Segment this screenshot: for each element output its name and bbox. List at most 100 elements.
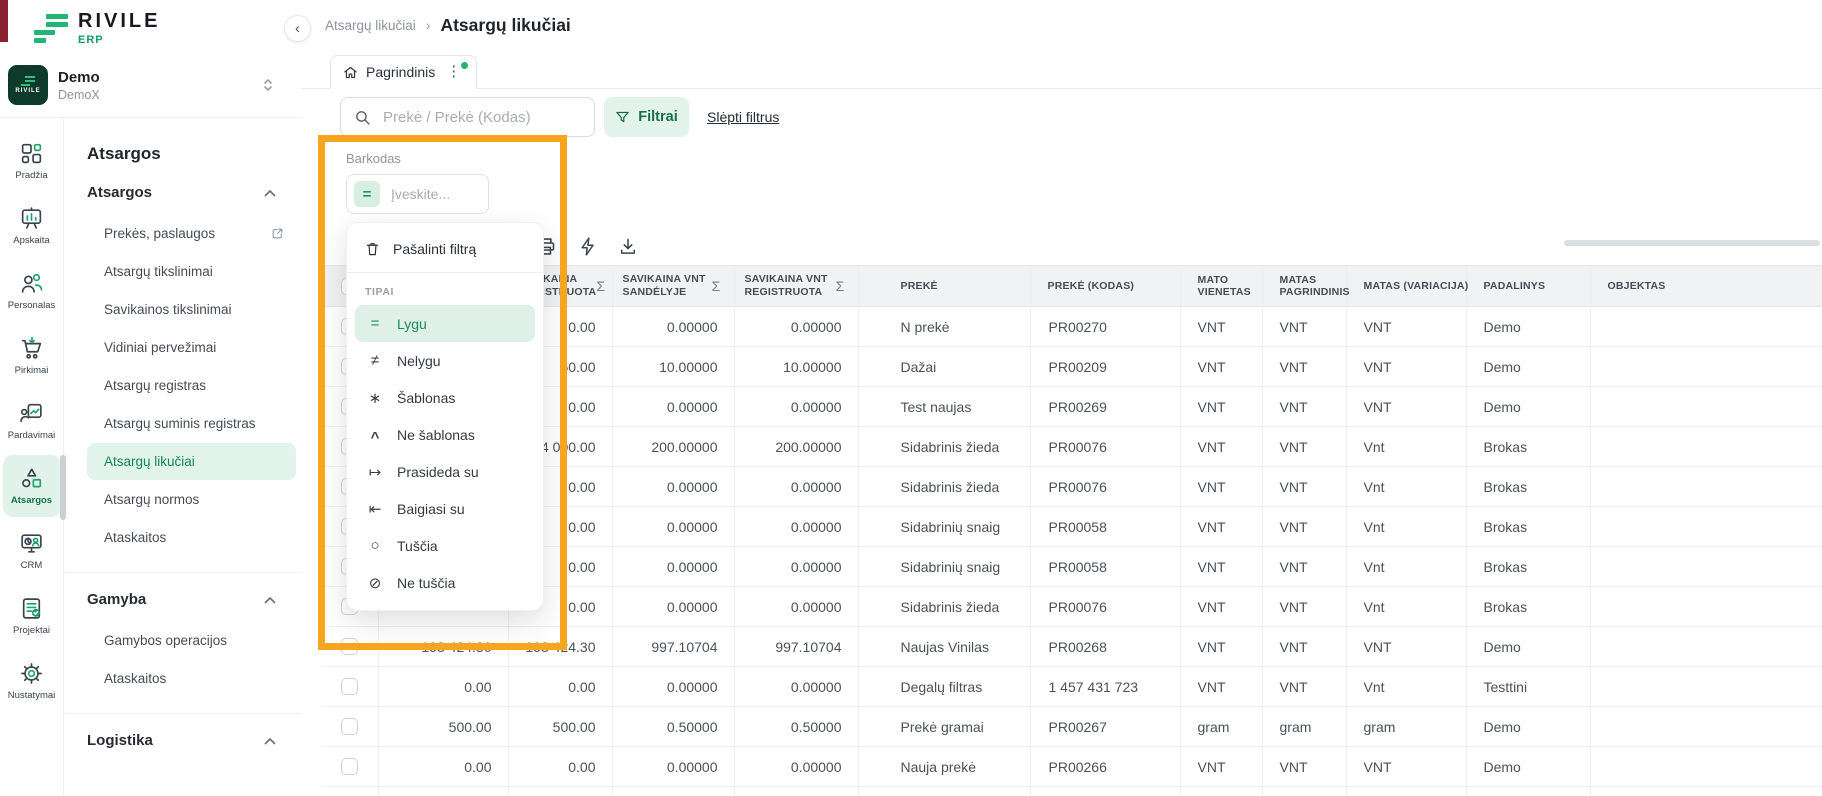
cell-mato_vienetas: VNT xyxy=(1180,307,1262,347)
search-input[interactable] xyxy=(381,108,585,127)
rail-item-pradzia[interactable]: Pradžia xyxy=(3,130,61,192)
remove-filter-item[interactable]: Pašalinti filtrą xyxy=(347,228,543,270)
table-row[interactable]: 0.000.000000.00000N prekėPR00270VNTVNTVN… xyxy=(322,307,1822,347)
rail-item-crm[interactable]: CRM xyxy=(3,520,61,582)
rail-item-personalas[interactable]: Personalas xyxy=(3,260,61,322)
table-row[interactable]: 500.00500.00500.00000500.00000Nauja prek… xyxy=(322,787,1822,796)
sidebar-item-atsargų-suminis-registras[interactable]: Atsargų suminis registras xyxy=(87,405,296,442)
table-row[interactable]: 0.000.000000.00000Sidabrinis žiedaPR0007… xyxy=(322,587,1822,627)
row-checkbox[interactable] xyxy=(341,718,358,735)
breadcrumb-separator-icon: › xyxy=(426,17,431,33)
sidebar-item-ataskaitos[interactable]: Ataskaitos xyxy=(87,660,296,697)
breadcrumb-link[interactable]: Atsargų likučiai xyxy=(325,18,416,33)
rail-item-apskaita[interactable]: Apskaita xyxy=(3,195,61,257)
rail-item-label: Projektai xyxy=(13,625,50,636)
sidebar-item-atsargų-tikslinimai[interactable]: Atsargų tikslinimai xyxy=(87,253,296,290)
table-row[interactable]: 500.00500.000.500000.50000Prekė gramaiPR… xyxy=(322,707,1822,747)
filter-type-option-asterisk[interactable]: ∗Šablonas xyxy=(355,379,535,416)
lightning-icon[interactable] xyxy=(578,236,600,258)
table-row[interactable]: 0.000.000000.00000Sidabrinis žiedaPR0007… xyxy=(322,467,1822,507)
sum-icon[interactable]: Σ xyxy=(836,278,845,294)
cell-savikaina_sandelyje: 500.00 xyxy=(378,787,508,796)
filter-type-label: Lygu xyxy=(397,316,427,332)
section-header-logistika[interactable]: Logistika xyxy=(87,732,302,749)
table-row[interactable]: 4 000.00200.00000200.00000Sidabrinis žie… xyxy=(322,427,1822,467)
column-header-padalinys[interactable]: PADALINYS xyxy=(1466,266,1590,307)
equals-icon: = xyxy=(365,315,385,332)
column-header-preke[interactable]: PREKĖ xyxy=(858,266,1030,307)
cell-savikaina_registruota: 0.00 xyxy=(508,667,612,707)
sidebar-item-atsargų-normos[interactable]: Atsargų normos xyxy=(87,481,296,518)
table-row[interactable]: 0.000.000.000000.00000Nauja prekėPR00266… xyxy=(322,747,1822,787)
filters-button[interactable]: Filtrai xyxy=(604,97,689,137)
column-label: MATAS PAGRINDINIS xyxy=(1280,274,1350,298)
filter-type-option-starts-with[interactable]: ↦Prasideda su xyxy=(355,453,535,490)
column-header-savikaina_vnt_sandelyje[interactable]: SAVIKAINA VNT SANDĖLYJEΣ xyxy=(612,266,734,307)
column-header-savikaina_vnt_registruota[interactable]: SAVIKAINA VNT REGISTRUOTA Σ xyxy=(734,266,858,307)
table-row[interactable]: 0.000.000000.00000Test naujasPR00269VNTV… xyxy=(322,387,1822,427)
section-header-gamyba[interactable]: Gamyba xyxy=(87,591,302,608)
chevron-up-icon xyxy=(264,596,276,604)
cell-matas_variacija: Vnt xyxy=(1346,467,1466,507)
sidebar-item-atsargų-likučiai[interactable]: Atsargų likučiai xyxy=(87,443,296,480)
sum-icon[interactable]: Σ xyxy=(712,278,721,294)
sidebar-item-gamybos-operacijos[interactable]: Gamybos operacijos xyxy=(87,622,296,659)
cell-matas_variacija: VNT xyxy=(1346,307,1466,347)
cell-savikaina_vnt_registruota: 500.00000 xyxy=(734,787,858,796)
column-header-mato_vienetas[interactable]: MATO VIENETAS xyxy=(1180,266,1262,307)
filter-type-option-caret[interactable]: ^Ne šablonas xyxy=(355,416,535,453)
column-header-matas_pagrindinis[interactable]: MATAS PAGRINDINIS xyxy=(1262,266,1346,307)
table-row[interactable]: 0.000.000000.00000Sidabrinių snaigPR0005… xyxy=(322,547,1822,587)
table-row[interactable]: 0.000.000000.00000Sidabrinių snaigPR0005… xyxy=(322,507,1822,547)
cell-padalinys: Brokas xyxy=(1466,587,1590,627)
filter-type-option-circle[interactable]: ○Tuščia xyxy=(355,527,535,564)
row-checkbox[interactable] xyxy=(341,758,358,775)
download-icon[interactable] xyxy=(618,236,640,258)
brand-logo[interactable]: RIVILE ERP xyxy=(34,10,160,46)
cell-preke_kodas: PR00267 xyxy=(1030,707,1180,747)
column-header-objektas[interactable]: OBJEKTAS xyxy=(1590,266,1822,307)
cell-mato_vienetas: VNT xyxy=(1180,427,1262,467)
cell-savikaina_vnt_sandelyje: 500.00000 xyxy=(612,787,734,796)
sidebar-item-prekės-paslaugos[interactable]: Prekės, paslaugos xyxy=(87,215,296,252)
sidebar-scrollbar-thumb[interactable] xyxy=(60,455,66,520)
section-label: Gamyba xyxy=(87,591,146,608)
row-checkbox[interactable] xyxy=(341,678,358,695)
horizontal-scrollbar-thumb[interactable] xyxy=(1564,240,1820,246)
cell-objektas xyxy=(1590,507,1822,547)
rail-item-pirkimai[interactable]: Pirkimai xyxy=(3,325,61,387)
section-header-atsargos[interactable]: Atsargos xyxy=(87,184,302,201)
sidebar-item-savikainos-tikslinimai[interactable]: Savikainos tikslinimai xyxy=(87,291,296,328)
row-checkbox[interactable] xyxy=(341,638,358,655)
column-header-matas_variacija[interactable]: MATAS (VARIACIJA) xyxy=(1346,266,1466,307)
hide-filters-link[interactable]: Slėpti filtrus xyxy=(707,109,779,125)
table-row[interactable]: 0.000.000.000000.00000Degalų filtras1 45… xyxy=(322,667,1822,707)
barcode-input[interactable] xyxy=(389,185,488,203)
cell-savikaina_vnt_sandelyje: 997.10704 xyxy=(612,627,734,667)
rail-item-pardavimai[interactable]: Pardavimai xyxy=(3,390,61,452)
rail-item-projektai[interactable]: Projektai xyxy=(3,585,61,647)
sidebar-item-ataskaitos[interactable]: Ataskaitos xyxy=(87,519,296,556)
filter-type-option-circle-slash[interactable]: ⊘Ne tuščia xyxy=(355,564,535,601)
column-label: SAVIKAINA VNT REGISTRUOTA xyxy=(745,273,831,299)
tab-pagrindinis[interactable]: Pagrindinis ⋮ xyxy=(330,55,477,89)
workspace-switcher[interactable]: RIVILE Demo DemoX xyxy=(8,62,294,108)
tab-menu-icon[interactable]: ⋮ xyxy=(443,65,464,79)
table-row[interactable]: 50.0010.0000010.00000DažaiPR00209VNTVNTV… xyxy=(322,347,1822,387)
filter-type-option-ends-with[interactable]: ⇤Baigiasi su xyxy=(355,490,535,527)
cell-savikaina_vnt_sandelyje: 0.00000 xyxy=(612,507,734,547)
sidebar-collapse-button[interactable]: ‹ xyxy=(284,15,311,42)
filter-type-option-not-equals[interactable]: ≠Nelygu xyxy=(355,342,535,379)
cell-mato_vienetas: VNT xyxy=(1180,587,1262,627)
rail-item-nustatymai[interactable]: Nustatymai xyxy=(3,650,61,712)
sidebar-item-atsargų-registras[interactable]: Atsargų registras xyxy=(87,367,296,404)
filters-button-label: Filtrai xyxy=(638,109,677,125)
sidebar-item-vidiniai-pervežimai[interactable]: Vidiniai pervežimai xyxy=(87,329,296,366)
table-row[interactable]: 198 424.30198 424.30997.10704997.10704Na… xyxy=(322,627,1822,667)
operator-chip[interactable]: = xyxy=(354,181,380,207)
sum-icon[interactable]: Σ xyxy=(596,278,605,294)
column-header-preke_kodas[interactable]: PREKĖ (KODAS) xyxy=(1030,266,1180,307)
cell-mato_vienetas: VNT xyxy=(1180,507,1262,547)
filter-type-option-equals[interactable]: = Lygu xyxy=(355,305,535,342)
rail-item-atsargos[interactable]: Atsargos xyxy=(3,455,61,517)
